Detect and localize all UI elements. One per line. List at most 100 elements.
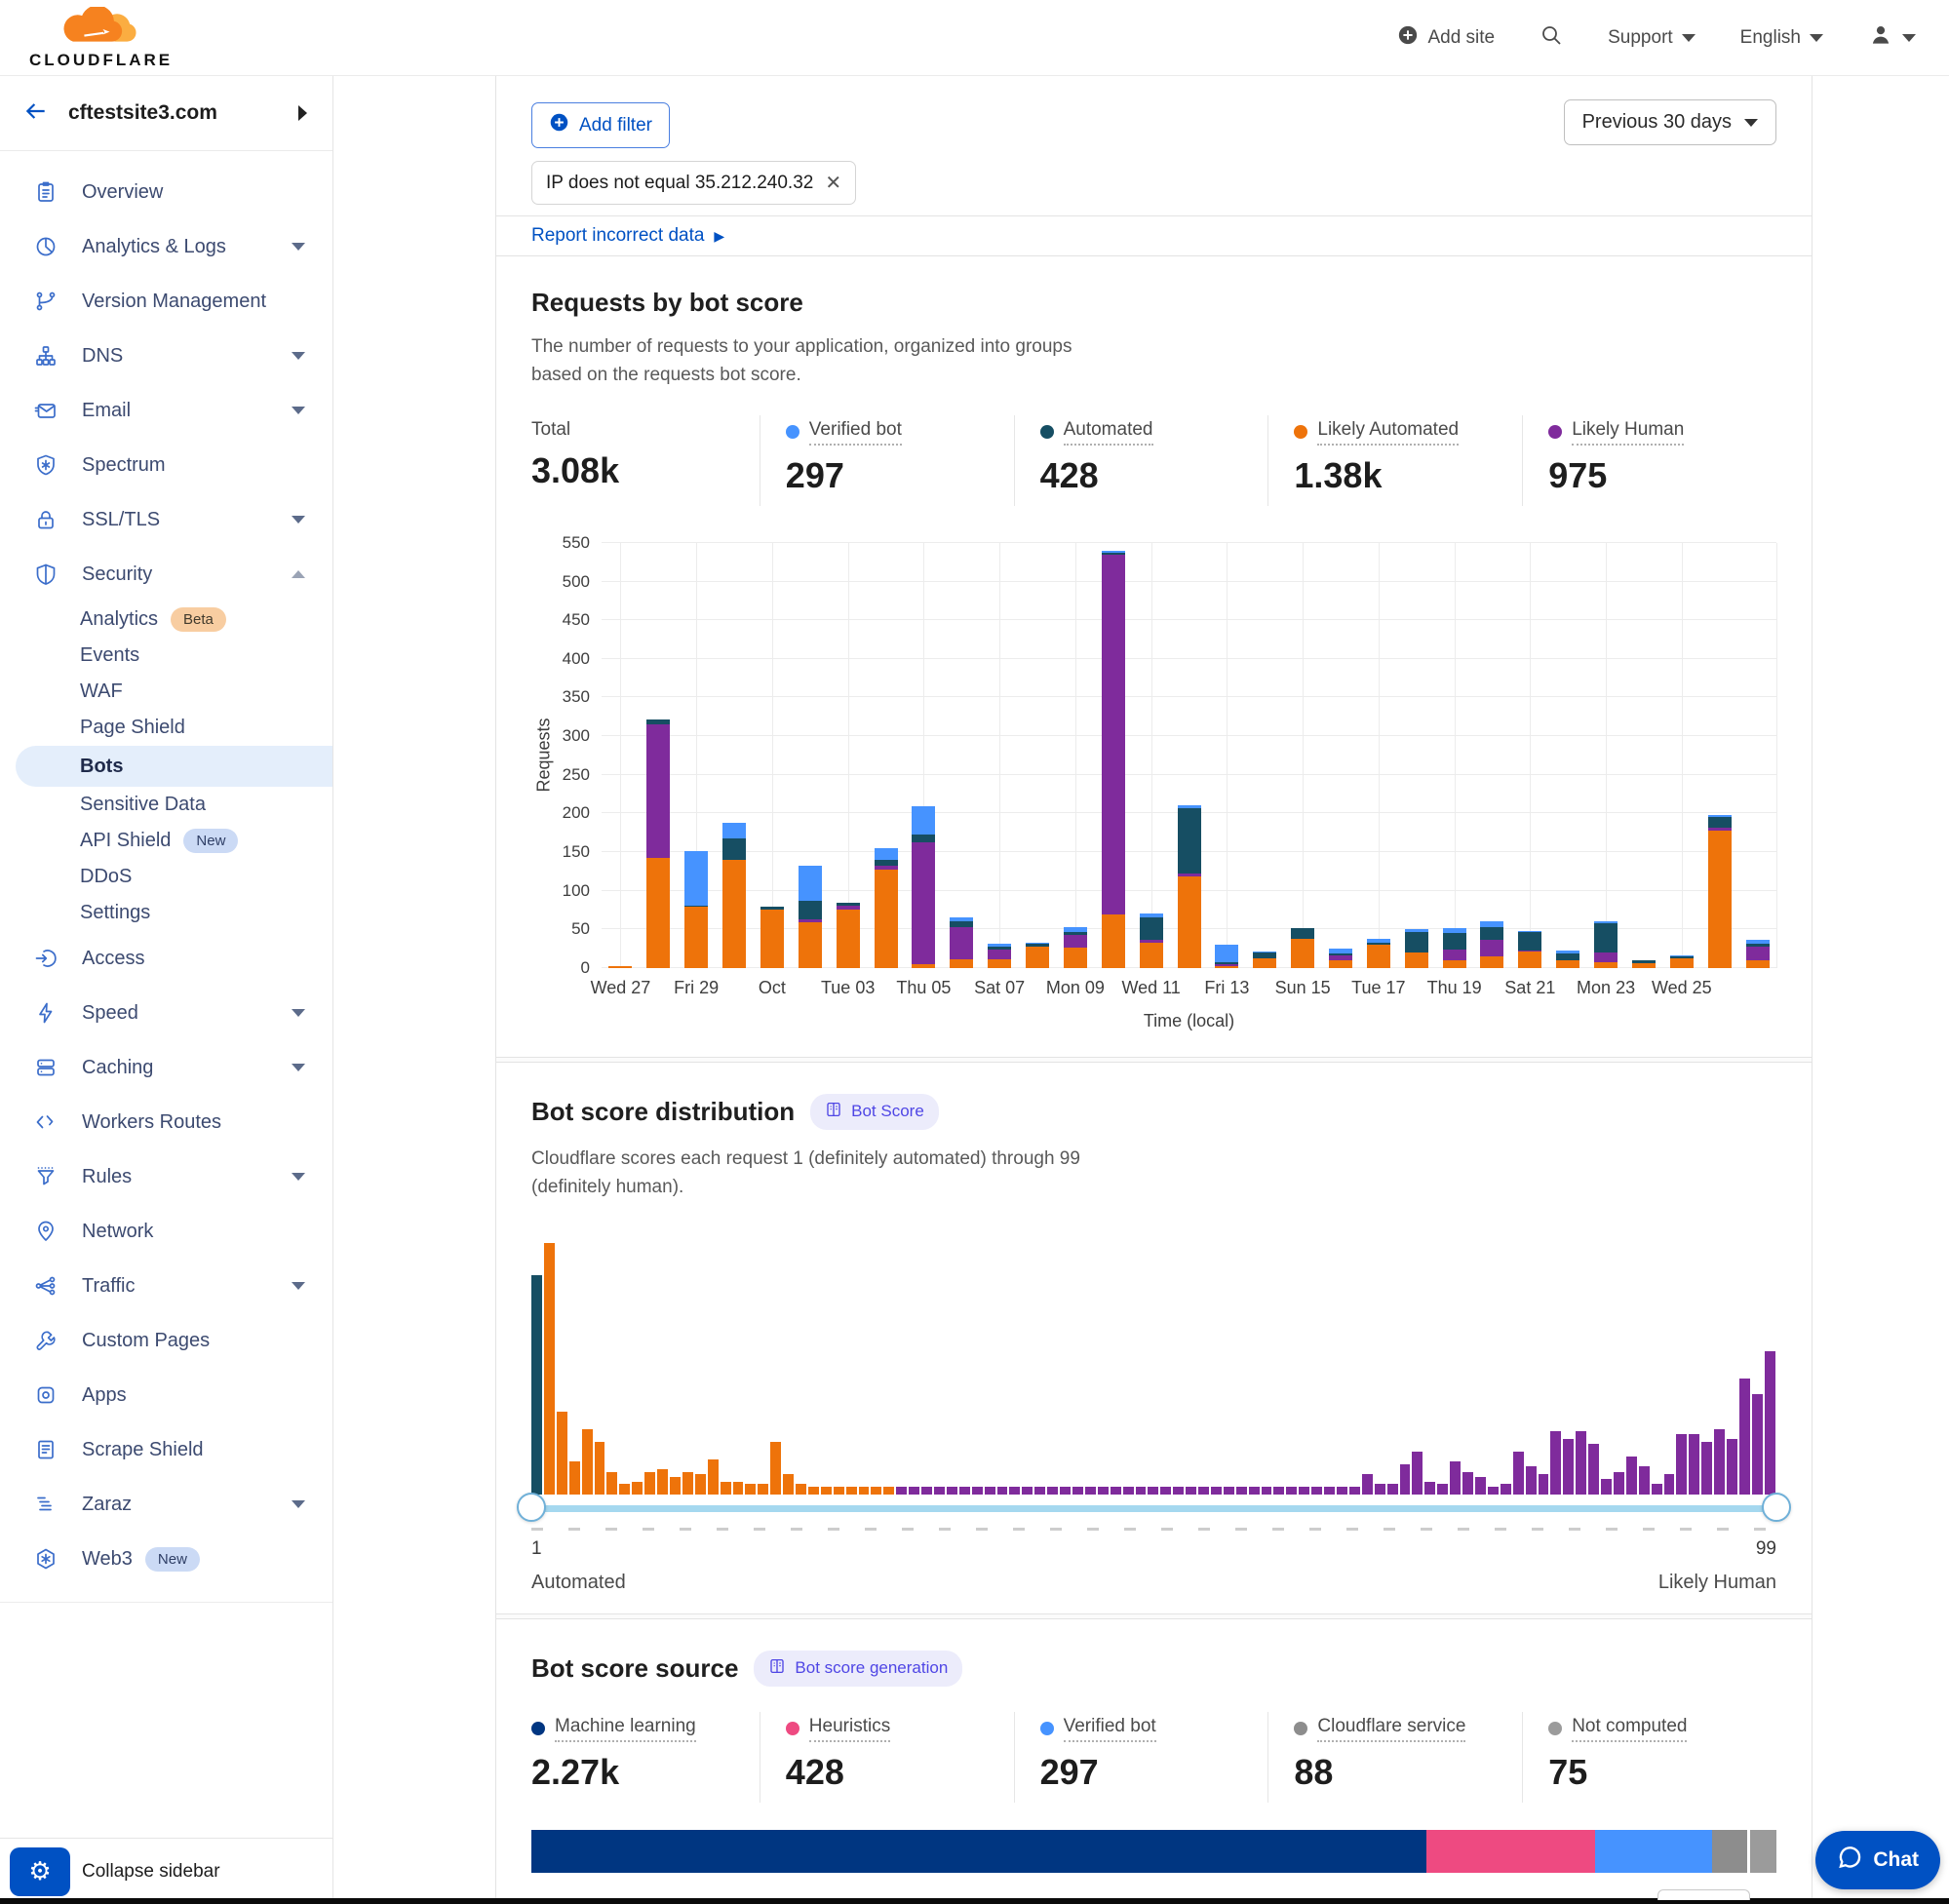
stat-label[interactable]: Likely Human — [1572, 419, 1684, 446]
bar-thu-19[interactable] — [1443, 928, 1466, 968]
sidebar-item-email[interactable]: Email — [0, 383, 332, 438]
slider-handle-max[interactable] — [1762, 1493, 1791, 1522]
sidebar-item-settings[interactable]: Settings — [0, 895, 332, 931]
slider-min-value: 1 — [531, 1538, 542, 1560]
stat-label[interactable]: Machine learning — [555, 1716, 696, 1742]
sidebar-item-rules[interactable]: Rules — [0, 1149, 332, 1204]
sidebar-item-api-shield[interactable]: API ShieldNew — [0, 823, 332, 859]
bar-fri-20[interactable] — [1480, 921, 1503, 968]
language-menu[interactable]: English — [1740, 27, 1823, 49]
add-filter-button[interactable]: Add filter — [531, 102, 670, 148]
bar-sun-08[interactable] — [1026, 943, 1049, 968]
stat-label[interactable]: Likely Automated — [1317, 419, 1459, 446]
bar-tue-03[interactable] — [837, 903, 860, 968]
bar-sat-14[interactable] — [1253, 952, 1276, 968]
sidebar-item-workers-routes[interactable]: Workers Routes — [0, 1095, 332, 1149]
bar-thu-26[interactable] — [1708, 815, 1732, 968]
sidebar-item-bots[interactable]: Bots — [16, 746, 332, 787]
sidebar-item-scrape-shield[interactable]: Scrape Shield — [0, 1422, 332, 1477]
bar-tue-10[interactable] — [1102, 551, 1125, 968]
sidebar-item-zaraz[interactable]: Zaraz — [0, 1477, 332, 1532]
bar-fri-06[interactable] — [950, 917, 973, 967]
sidebar-item-overview[interactable]: Overview — [0, 165, 332, 219]
sidebar-item-web3[interactable]: Web3New — [0, 1532, 332, 1586]
bar-thu-28[interactable] — [646, 719, 670, 968]
account-menu[interactable] — [1868, 22, 1916, 54]
stat-label[interactable]: Not computed — [1572, 1716, 1687, 1742]
stat-label[interactable]: Verified bot — [1064, 1716, 1156, 1742]
score-range-slider[interactable] — [531, 1505, 1776, 1512]
bar-oct[interactable] — [760, 907, 784, 968]
sidebar-item-sensitive-data[interactable]: Sensitive Data — [0, 787, 332, 823]
bar-thu-12[interactable] — [1178, 805, 1201, 968]
bot-score-doc-badge[interactable]: Bot Score — [810, 1094, 939, 1130]
bot-score-histogram[interactable] — [531, 1243, 1776, 1495]
close-icon[interactable]: ✕ — [825, 171, 841, 195]
scrape-icon — [33, 1438, 58, 1461]
sidebar-item-dns[interactable]: DNS — [0, 329, 332, 383]
search-button[interactable] — [1540, 23, 1563, 53]
bar-mon-23[interactable] — [1594, 921, 1618, 968]
stat-label[interactable]: Automated — [1064, 419, 1153, 446]
stat-label[interactable]: Heuristics — [809, 1716, 890, 1742]
bar-wed-11[interactable] — [1140, 913, 1163, 968]
sidebar-item-access[interactable]: Access — [0, 931, 332, 986]
filter-chip[interactable]: IP does not equal 35.212.240.32 ✕ — [531, 161, 856, 205]
y-axis-ticks: 050100150200250300350400450500550 — [557, 543, 602, 968]
bar-fri-13[interactable] — [1215, 945, 1238, 968]
sidebar-item-spectrum[interactable]: Spectrum — [0, 438, 332, 492]
slider-handle-min[interactable] — [517, 1493, 546, 1522]
date-range-select[interactable]: Previous 30 days — [1564, 99, 1776, 145]
sidebar-item-traffic[interactable]: Traffic — [0, 1259, 332, 1313]
sidebar-item-analytics[interactable]: AnalyticsBeta — [0, 602, 332, 638]
bar-wed-18[interactable] — [1405, 929, 1428, 968]
bar-wed-25[interactable] — [1670, 955, 1694, 968]
caching-icon — [33, 1056, 58, 1079]
add-site-button[interactable]: Add site — [1397, 24, 1495, 52]
bar-tue-24[interactable] — [1632, 960, 1656, 968]
segment-likely-automated — [1291, 939, 1314, 968]
support-menu[interactable]: Support — [1608, 27, 1696, 49]
report-incorrect-data-link[interactable]: Report incorrect data — [531, 225, 704, 247]
bot-score-generation-doc-badge[interactable]: Bot score generation — [754, 1651, 962, 1687]
sidebar-item-speed[interactable]: Speed — [0, 986, 332, 1040]
sidebar-item-custom-pages[interactable]: Custom Pages — [0, 1313, 332, 1368]
site-name[interactable]: cftestsite3.com — [68, 101, 217, 125]
chat-button[interactable]: Chat — [1815, 1831, 1940, 1889]
collapse-sidebar-button[interactable]: ⚙ — [10, 1847, 70, 1896]
bar-sat-21[interactable] — [1518, 931, 1541, 968]
sidebar-item-network[interactable]: Network — [0, 1204, 332, 1259]
stat-label[interactable]: Verified bot — [809, 419, 902, 446]
bar-thu-05[interactable] — [912, 806, 935, 968]
sidebar-item-analytics-logs[interactable]: Analytics & Logs — [0, 219, 332, 274]
sidebar: cftestsite3.com OverviewAnalytics & Logs… — [0, 76, 333, 1904]
stat-label[interactable]: Cloudflare service — [1317, 1716, 1465, 1742]
bar-mon-09[interactable] — [1064, 927, 1087, 968]
bar-wed-27[interactable] — [608, 966, 632, 968]
bar-fri-29[interactable] — [684, 851, 708, 968]
chevron-right-icon[interactable] — [298, 105, 307, 121]
hist-bar-score-11 — [657, 1469, 668, 1495]
sidebar-item-ddos[interactable]: DDoS — [0, 859, 332, 895]
bar-sat-30[interactable] — [722, 823, 746, 968]
sidebar-item-events[interactable]: Events — [0, 638, 332, 674]
bar-fri-27[interactable] — [1746, 940, 1770, 968]
sidebar-item-ssl-tls[interactable]: SSL/TLS — [0, 492, 332, 547]
bar-mon-16[interactable] — [1329, 949, 1352, 968]
back-arrow-icon[interactable] — [23, 98, 49, 129]
bar-mon-02[interactable] — [799, 866, 822, 968]
sidebar-item-security[interactable]: Security — [0, 547, 332, 602]
sidebar-item-apps[interactable]: Apps — [0, 1368, 332, 1422]
sidebar-item-version-management[interactable]: Version Management — [0, 274, 332, 329]
sidebar-item-caching[interactable]: Caching — [0, 1040, 332, 1095]
sidebar-item-waf[interactable]: WAF — [0, 674, 332, 710]
cloudflare-logo[interactable]: CLOUDFLARE — [29, 7, 173, 68]
bar-wed-04[interactable] — [875, 848, 898, 968]
bar-sun-22[interactable] — [1556, 951, 1579, 968]
bar-tue-17[interactable] — [1367, 939, 1390, 968]
hist-bar-score-18 — [745, 1484, 756, 1494]
chart-plot-area[interactable] — [602, 543, 1776, 968]
bar-sat-07[interactable] — [988, 944, 1011, 968]
sidebar-item-page-shield[interactable]: Page Shield — [0, 710, 332, 746]
bar-sun-15[interactable] — [1291, 928, 1314, 968]
